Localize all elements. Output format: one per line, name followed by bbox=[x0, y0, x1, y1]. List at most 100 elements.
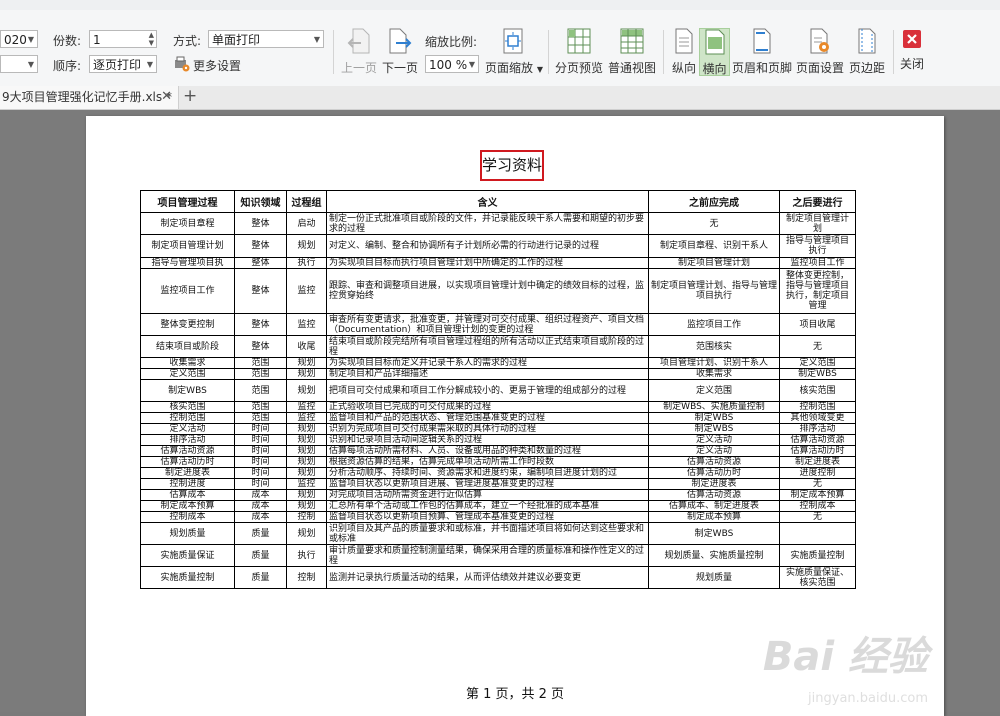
table-cell: 控制范围 bbox=[140, 412, 235, 424]
watermark-url: jingyan.baidu.com bbox=[808, 691, 928, 706]
table-cell: 定义范围 bbox=[648, 379, 780, 402]
table-cell: 制定WBS bbox=[140, 379, 235, 402]
table-cell: 时间 bbox=[234, 445, 287, 457]
table-row: 监控项目工作 整体 监控 跟踪、审查和调整项目进展，以实现项目管理计划中确定的绩效目标… bbox=[140, 268, 856, 314]
margins-button[interactable]: 页边距 bbox=[847, 28, 887, 76]
blank-select[interactable]: ▼ bbox=[0, 55, 38, 73]
prev-page-button[interactable]: 上一页 bbox=[340, 28, 378, 76]
landscape-button[interactable]: 横向 bbox=[699, 28, 730, 76]
table-body: 制定项目章程 整体 启动 制定一份正式批准项目或阶段的文件，并记录能反映干系人需要和期… bbox=[140, 212, 856, 589]
order-select[interactable]: 逐页打印 ▼ bbox=[89, 55, 157, 73]
next-page-label: 下一页 bbox=[381, 61, 418, 75]
table-cell: 无 bbox=[779, 478, 856, 490]
next-page-button[interactable]: 下一页 bbox=[381, 28, 419, 76]
header-footer-button[interactable]: 页眉和页脚 bbox=[731, 28, 793, 76]
table-cell: 制定成本预算 bbox=[140, 500, 235, 512]
table-cell: 控制成本 bbox=[140, 511, 235, 523]
chevron-down-icon: ▼ bbox=[146, 60, 153, 69]
table-cell: 定义活动 bbox=[648, 434, 780, 446]
table-cell: 控制范围 bbox=[779, 401, 856, 413]
zoom-value: 100 % bbox=[429, 58, 468, 72]
title-strip bbox=[0, 0, 1000, 10]
chevron-down-icon: ▼ bbox=[536, 65, 543, 74]
stepper-arrows-icon[interactable]: ▲ ▼ bbox=[149, 31, 154, 47]
table-cell: 整体 bbox=[234, 335, 287, 358]
table-cell: 规划质量 bbox=[648, 566, 780, 589]
chevron-down-icon: ▼ bbox=[468, 60, 475, 69]
table-cell: 整体变更控制，指导与管理项目执行，制定项目管理 bbox=[779, 268, 856, 314]
table-cell: 控制 bbox=[286, 511, 327, 523]
table-cell: 制定进度表 bbox=[648, 478, 780, 490]
table-cell: 定义活动 bbox=[648, 445, 780, 457]
table-cell: 估算成本、制定进度表 bbox=[648, 500, 780, 512]
method-label: 方式: bbox=[173, 34, 202, 48]
table-cell: 规划 bbox=[286, 522, 327, 545]
table-row: 核实范围 范围 监控 正式验收项目已完成的可交付成果的过程 制定WBS、实施质量控制 控制… bbox=[140, 401, 856, 413]
year-select[interactable]: 020 ▼ bbox=[0, 30, 38, 48]
print-preview-toolbar: 020 ▼ ▼ 份数: 1 ▲ ▼ 顺序: 逐页打印 ▼ 方式: 单面打印 ▼ 更多设置… bbox=[0, 0, 1000, 87]
normal-view-button[interactable]: 普通视图 bbox=[607, 28, 657, 76]
portrait-button[interactable]: 纵向 bbox=[668, 28, 700, 76]
table-cell: 估算每项活动所需材料、人员、设备或用品的种类和数量的过程 bbox=[326, 445, 649, 457]
table-cell: 估算活动历时 bbox=[648, 467, 780, 479]
landscape-label: 横向 bbox=[702, 62, 727, 76]
table-cell: 规划 bbox=[286, 379, 327, 402]
watermark-logo: Bai 经验 bbox=[762, 634, 928, 680]
page-break-preview-label: 分页预览 bbox=[554, 61, 603, 75]
table-cell: 时间 bbox=[234, 456, 287, 468]
page-title: 学习资料 bbox=[480, 150, 544, 181]
page-break-preview-button[interactable]: 分页预览 bbox=[554, 28, 604, 76]
close-preview-button[interactable]: 关闭 bbox=[897, 28, 927, 76]
table-cell: 估算活动资源 bbox=[648, 489, 780, 501]
table-cell: 识别和记录项目活动间逻辑关系的过程 bbox=[326, 434, 649, 446]
table-cell: 制定项目管理计划 bbox=[648, 257, 780, 269]
add-tab-icon[interactable]: + bbox=[183, 86, 197, 107]
table-row: 制定项目管理计划 整体 规划 对定义、编制、整合和协调所有子计划所必需的行动进行记录的… bbox=[140, 234, 856, 258]
table-cell: 整体 bbox=[234, 313, 287, 336]
table-row: 制定进度表 时间 规划 分析活动顺序、持续时间、资源需求和进度约束，编制项目进度计划的… bbox=[140, 467, 856, 479]
table-row: 结束项目或阶段 整体 收尾 结束项目或阶段完结所有项目管理过程组的所有活动以正式结束项… bbox=[140, 335, 856, 358]
page-zoom-button[interactable]: 页面缩放 ▼ bbox=[485, 28, 543, 76]
table-cell: 制定成本预算 bbox=[779, 489, 856, 501]
table-cell: 质量 bbox=[234, 522, 287, 545]
table-row: 估算活动历时 时间 规划 根据资源估算的结果，估算完成单项活动所需工作时段数 估算活动资… bbox=[140, 456, 856, 468]
table-cell: 规划 bbox=[286, 434, 327, 446]
close-label: 关闭 bbox=[899, 57, 924, 71]
table-cell: 规划 bbox=[286, 445, 327, 457]
table-cell: 制定成本预算 bbox=[648, 511, 780, 523]
table-row: 控制成本 成本 控制 监督项目状态以更新项目预算、管理成本基准变更的过程 制定成本预算无 bbox=[140, 511, 856, 523]
portrait-label: 纵向 bbox=[671, 61, 696, 75]
page-zoom-text: 页面缩放 bbox=[485, 61, 534, 75]
table-cell: 控制进度 bbox=[140, 478, 235, 490]
settings-icon bbox=[175, 56, 190, 72]
method-select[interactable]: 单面打印 ▼ bbox=[208, 30, 324, 48]
table-cell: 核实范围 bbox=[779, 379, 856, 402]
table-cell: 监控 bbox=[286, 313, 327, 336]
table-cell: 制定一份正式批准项目或阶段的文件，并记录能反映干系人需要和期望的初步要求的过程 bbox=[326, 212, 649, 235]
next-page-icon bbox=[389, 28, 412, 54]
table-cell: 质量 bbox=[234, 566, 287, 589]
table-cell: 监控 bbox=[286, 268, 327, 314]
table-cell: 排序活动 bbox=[779, 423, 856, 435]
table-cell: 为实现项目目标而定义并记录干系人的需求的过程 bbox=[326, 357, 649, 369]
table-cell: 估算活动历时 bbox=[140, 456, 235, 468]
table-row: 控制进度 时间 监控 监督项目状态以更新项目进展、管理进度基准变更的过程 制定进度表无 bbox=[140, 478, 856, 490]
divider bbox=[663, 30, 664, 74]
copies-stepper[interactable]: 1 ▲ ▼ bbox=[89, 30, 157, 48]
table-cell: 整体 bbox=[234, 212, 287, 235]
table-cell: 规划 bbox=[286, 234, 327, 258]
zoom-select[interactable]: 100 % ▼ bbox=[425, 55, 479, 73]
tab-file[interactable]: 9大项目管理强化记忆手册.xls * ✕ bbox=[0, 86, 179, 109]
table-row: 制定WBS 范围 规划 把项目可交付成果和项目工作分解成较小的、更易于管理的组成部分的… bbox=[140, 379, 856, 402]
table-row: 控制范围 范围 监控 监督项目和产品的范围状态、管理范围基准变更的过程 制定WBS 其他领… bbox=[140, 412, 856, 424]
page-setup-button[interactable]: 页面设置 bbox=[795, 28, 845, 76]
table-cell: 时间 bbox=[234, 478, 287, 490]
table-row: 实施质量保证 质量 执行 审计质量要求和质量控制测量结果，确保采用合理的质量标准和操作… bbox=[140, 544, 856, 567]
table-cell: 核实范围 bbox=[140, 401, 235, 413]
table-cell: 制定项目章程 bbox=[140, 212, 235, 235]
close-tab-icon[interactable]: ✕ bbox=[161, 86, 172, 108]
column-header: 含义 bbox=[326, 190, 649, 213]
table-cell: 审查所有变更请求，批准变更，并管理对可交付成果、组织过程资产、项目文档（Docu… bbox=[326, 313, 649, 336]
table-cell: 定义活动 bbox=[140, 423, 235, 435]
table-cell: 识别项目及其产品的质量要求和或标准，并书面描述项目将如何达到这些要求和或标准 bbox=[326, 522, 649, 545]
